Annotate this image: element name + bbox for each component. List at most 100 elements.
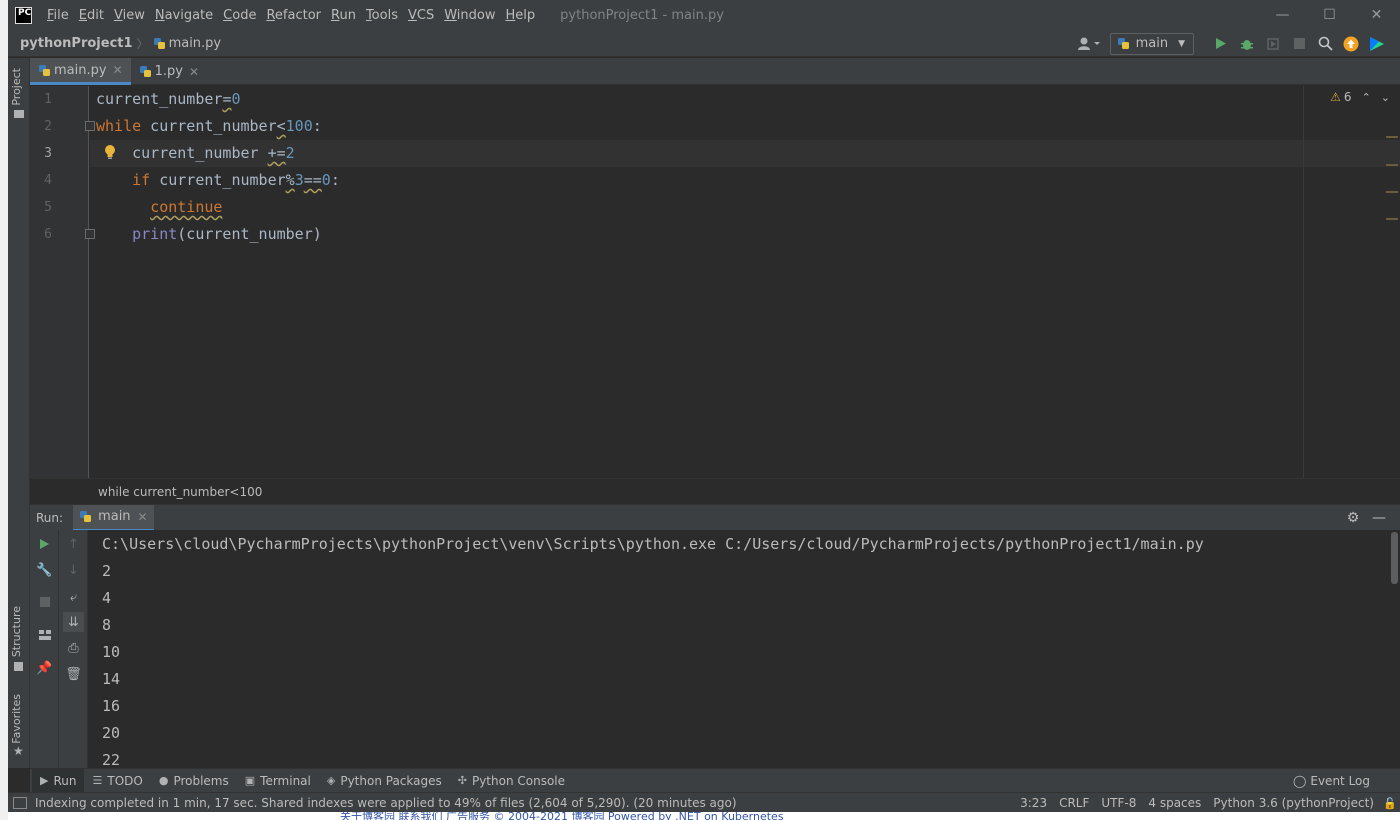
close-window-icon[interactable]: ✕: [1353, 0, 1400, 30]
tool-window-python-console[interactable]: ✣ Python Console: [450, 769, 573, 793]
run-console-output[interactable]: C:\Users\cloud\PycharmProjects\pythonPro…: [88, 530, 1400, 768]
previous-highlight-icon[interactable]: ⌃: [1362, 91, 1371, 104]
inspection-widget[interactable]: ⚠ 6 ⌃ ⌄: [1330, 90, 1390, 104]
stop-icon[interactable]: [1286, 34, 1312, 54]
error-stripe-mark[interactable]: [1386, 136, 1398, 138]
menu-run[interactable]: Run: [326, 8, 361, 23]
file-encoding[interactable]: UTF-8: [1095, 796, 1142, 810]
wrench-icon[interactable]: 🔧: [34, 560, 55, 580]
run-configuration-selector[interactable]: main ▼: [1109, 32, 1194, 55]
python-interpreter[interactable]: Python 3.6 (pythonProject): [1207, 796, 1380, 810]
tool-window-label: Terminal: [260, 773, 311, 788]
scroll-to-end-icon[interactable]: ⇊: [63, 612, 84, 632]
console-output-line: 16: [102, 697, 121, 715]
layout-icon[interactable]: [34, 625, 55, 645]
menu-edit[interactable]: Edit: [74, 8, 109, 23]
lock-icon[interactable]: 🔓: [1380, 797, 1400, 810]
menu-mnemonic: R: [331, 7, 340, 23]
run-with-coverage-icon[interactable]: [1260, 34, 1286, 54]
editor-tab-1-py[interactable]: 1.py ✕: [131, 58, 207, 85]
error-stripe-mark[interactable]: [1386, 191, 1398, 193]
line-number: 3: [44, 146, 52, 161]
code-line: continue: [96, 194, 222, 221]
project-tool-tab[interactable]: Project: [10, 68, 23, 106]
code-token: 0: [321, 171, 331, 189]
fold-marker-icon[interactable]: [85, 121, 95, 131]
editor-tab-main-py[interactable]: main.py ✕: [30, 58, 131, 85]
line-separator[interactable]: CRLF: [1053, 796, 1095, 810]
tool-window-label: Python Console: [471, 773, 566, 788]
tool-window-run[interactable]: ▶ Run: [32, 768, 85, 793]
toggle-tool-windows-icon[interactable]: [13, 796, 27, 809]
hide-icon[interactable]: —: [1366, 508, 1392, 528]
fold-marker-icon[interactable]: [85, 229, 95, 239]
problems-icon: ●: [158, 774, 169, 787]
arrow-up-icon[interactable]: ↑: [63, 534, 84, 554]
code-breadcrumb[interactable]: while current_number<100: [30, 478, 1400, 504]
status-message[interactable]: Indexing completed in 1 min, 17 sec. Sha…: [35, 796, 737, 810]
trash-icon[interactable]: 🗑: [63, 664, 84, 684]
menu-vcs[interactable]: VCS: [403, 8, 439, 23]
breadcrumb-project[interactable]: pythonProject1: [20, 36, 133, 51]
menu-mnemonic: H: [505, 7, 516, 23]
python-console-icon: ✣: [457, 774, 467, 787]
gear-icon[interactable]: ⚙: [1340, 508, 1366, 528]
update-icon[interactable]: [1338, 34, 1364, 54]
next-highlight-icon[interactable]: ⌄: [1381, 91, 1390, 104]
menu-window[interactable]: Window: [439, 8, 500, 23]
code-line: current_number=0: [96, 86, 241, 113]
arrow-down-icon[interactable]: ↓: [63, 560, 84, 580]
tool-window-python-packages[interactable]: ◈ Python Packages: [319, 769, 450, 793]
code-token: ==: [303, 171, 322, 189]
line-number: 1: [44, 92, 52, 107]
menu-help[interactable]: Help: [501, 8, 541, 23]
console-scrollbar[interactable]: [1391, 532, 1398, 584]
menu-navigate[interactable]: Navigate: [150, 8, 218, 23]
menu-refactor[interactable]: Refactor: [261, 8, 326, 23]
run-configuration-label: main: [1135, 36, 1169, 51]
close-icon[interactable]: ✕: [113, 63, 123, 77]
tool-window-terminal[interactable]: ▣ Terminal: [237, 769, 319, 793]
run-icon[interactable]: [1208, 34, 1234, 54]
maximize-icon[interactable]: ☐: [1306, 0, 1353, 30]
event-log-icon: ◯: [1292, 774, 1307, 788]
menu-tools[interactable]: Tools: [361, 8, 403, 23]
pycharm-window: PC File Edit View Navigate Code Refactor Run To…: [8, 0, 1400, 812]
console-output-line: 14: [102, 670, 121, 688]
indent-setting[interactable]: 4 spaces: [1142, 796, 1207, 810]
close-icon[interactable]: ✕: [138, 510, 148, 524]
jetbrains-toolbox-icon[interactable]: [1364, 34, 1390, 54]
code-editor[interactable]: 1 2 3 4 5 6 current_number=0 while current_num…: [30, 86, 1400, 478]
tool-window-todo[interactable]: ☰ TODO: [84, 769, 150, 793]
print-icon[interactable]: ⎙: [63, 638, 84, 658]
structure-tool-tab[interactable]: Structure: [10, 606, 23, 657]
menu-code[interactable]: Code: [218, 8, 261, 23]
error-stripe-mark[interactable]: [1386, 164, 1398, 166]
search-icon[interactable]: [1312, 34, 1338, 54]
minimize-icon[interactable]: —: [1259, 0, 1306, 30]
stop-icon[interactable]: [34, 592, 55, 612]
title-bar: PC File Edit View Navigate Code Refactor Run To…: [8, 0, 1400, 30]
tool-window-label: Python Packages: [340, 773, 442, 788]
editor-gutter: 1 2 3 4 5 6: [30, 86, 89, 478]
menu-view[interactable]: View: [109, 8, 150, 23]
run-tab-label: main: [98, 509, 131, 524]
editor-tab-bar: main.py ✕ 1.py ✕: [30, 58, 1400, 85]
favorites-tool-tab[interactable]: Favorites: [10, 694, 23, 744]
debug-icon[interactable]: [1234, 34, 1260, 54]
tool-window-problems[interactable]: ● Problems: [151, 769, 237, 793]
soft-wrap-icon[interactable]: ⤶: [63, 587, 84, 607]
error-stripe-mark[interactable]: [1386, 218, 1398, 220]
rerun-icon[interactable]: [34, 534, 55, 554]
breadcrumb-file[interactable]: main.py: [153, 36, 221, 51]
code-token: 2: [285, 144, 295, 162]
menu-file[interactable]: File: [42, 8, 74, 23]
account-icon[interactable]: [1076, 35, 1102, 53]
run-toolbar-primary: 🔧 📌: [30, 530, 59, 768]
event-log-button[interactable]: ◯ Event Log: [1293, 769, 1370, 793]
code-token: 0: [231, 90, 241, 108]
run-tab-main[interactable]: main ✕: [73, 504, 154, 531]
pin-icon[interactable]: 📌: [34, 658, 55, 678]
caret-position[interactable]: 3:23: [1014, 796, 1053, 810]
close-icon[interactable]: ✕: [189, 65, 199, 79]
